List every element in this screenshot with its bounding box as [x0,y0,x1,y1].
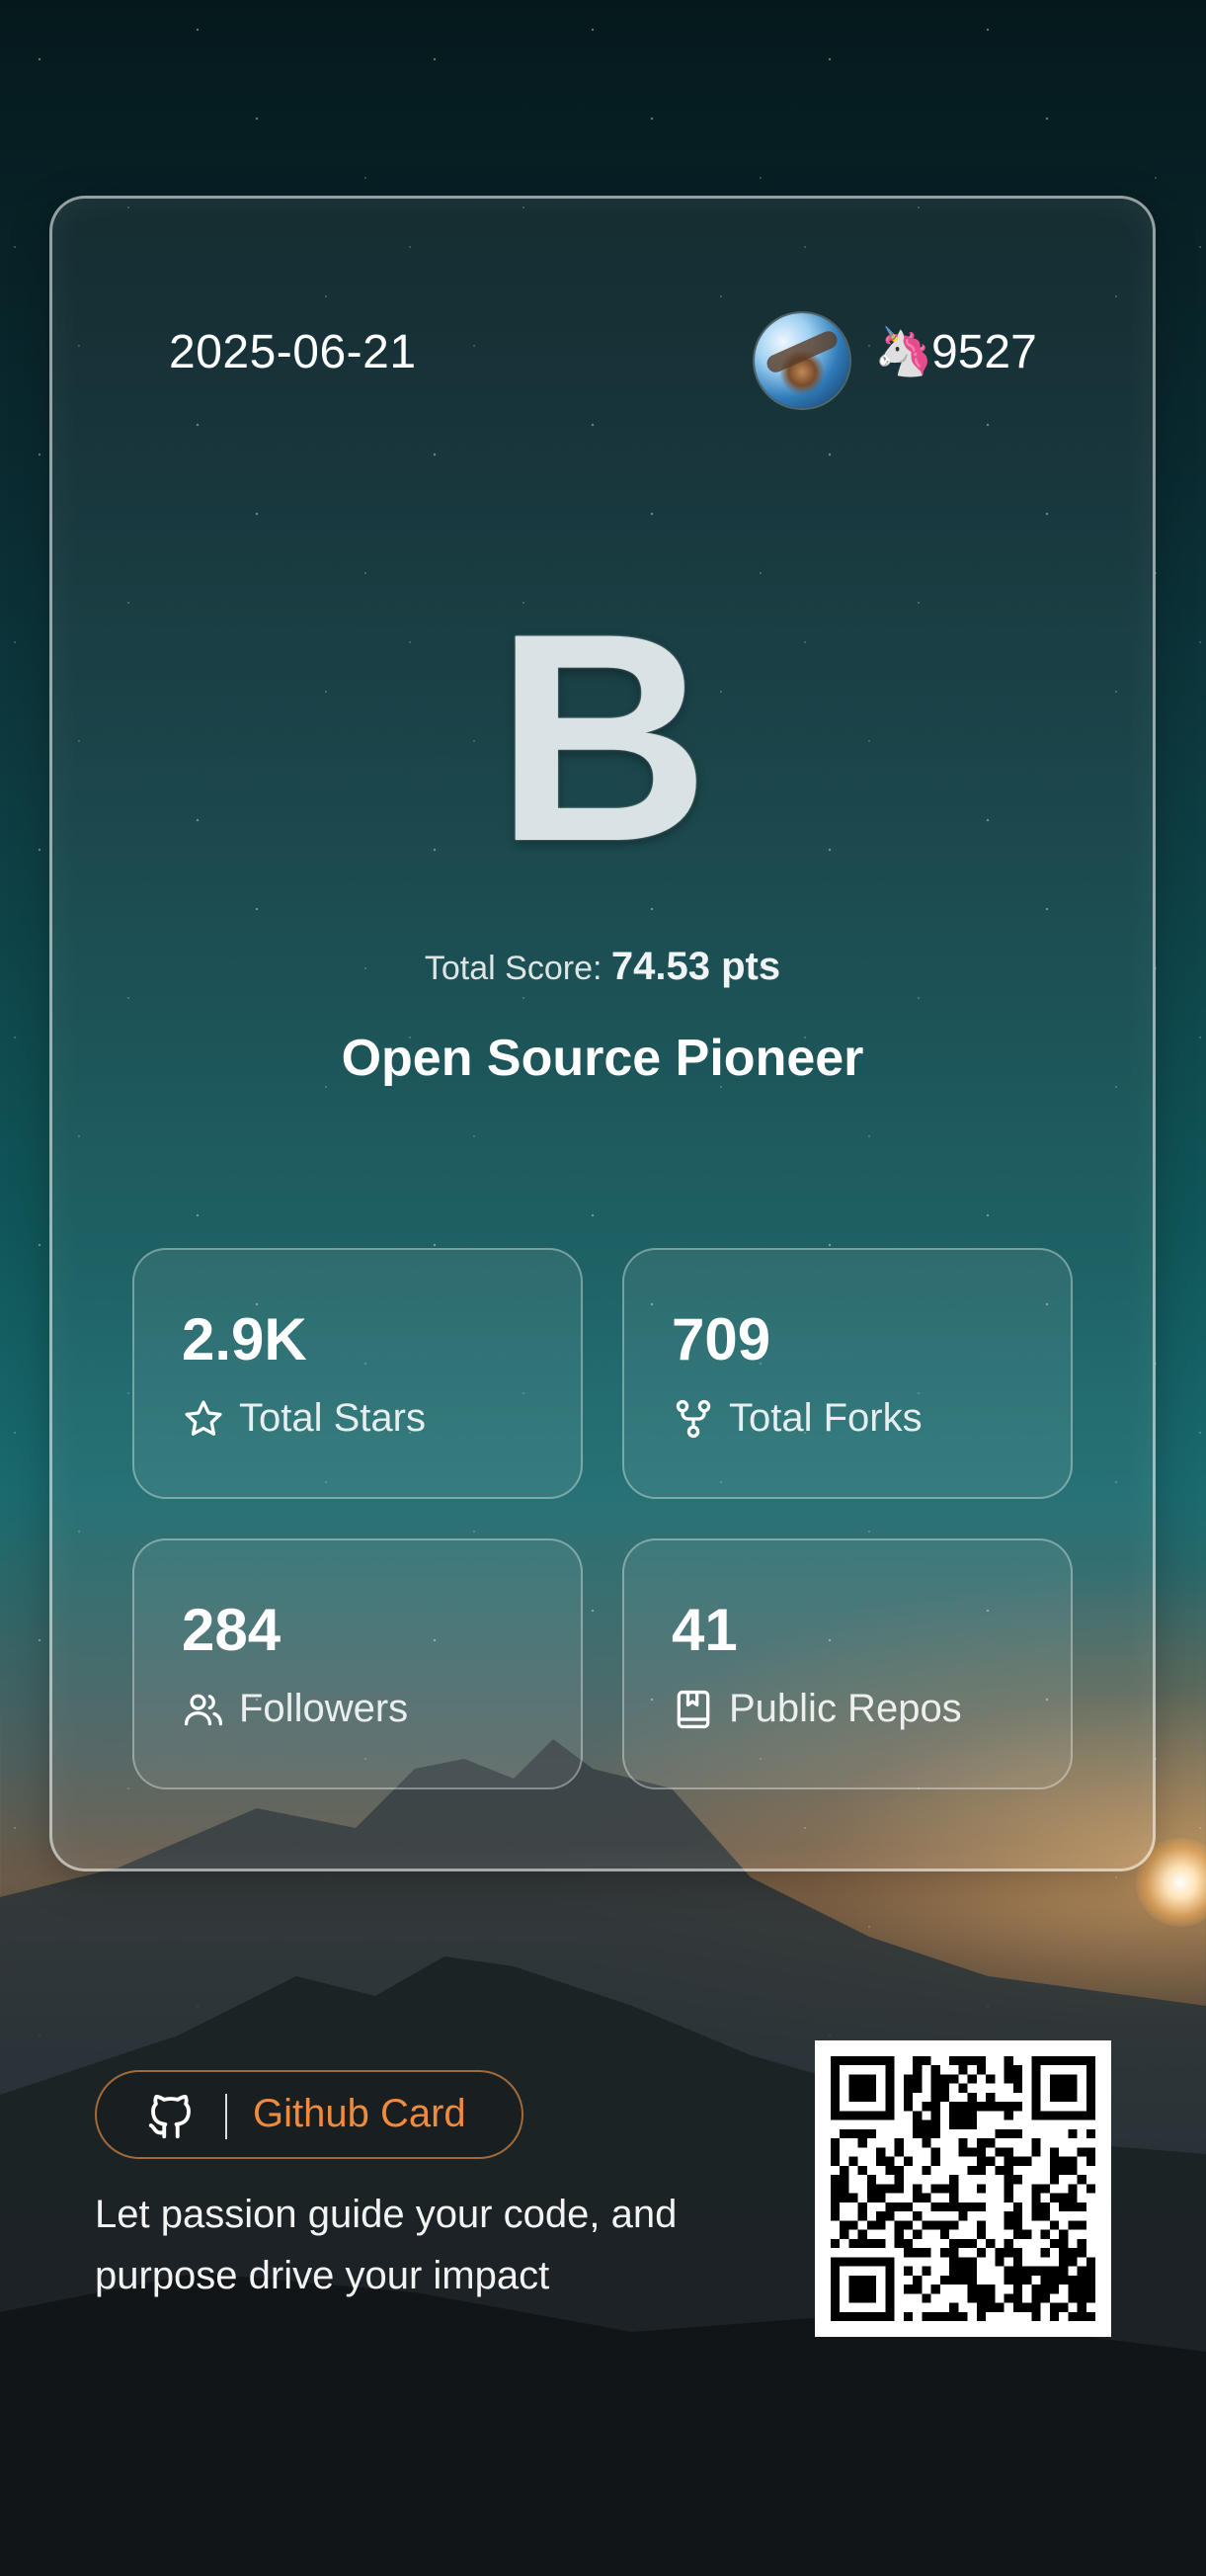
stat-value: 41 [672,1597,738,1663]
stat-value: 709 [672,1306,771,1372]
stat-public-repos: 41 Public Repos [622,1538,1073,1789]
github-card-badge[interactable]: Github Card [95,2070,523,2159]
stat-label: Total Forks [729,1396,923,1440]
github-icon [148,2095,191,2139]
unicorn-icon: 🦄 [874,326,933,378]
stat-total-forks: 709 Total Forks [622,1248,1073,1499]
points-value: 9527 [931,326,1037,378]
users-icon [184,1694,223,1725]
total-score: Total Score: 74.53 pts [52,945,1153,989]
rank-title: Open Source Pioneer [341,1030,864,1087]
fork-icon [676,1399,711,1438]
brand-label: Github Card [253,2092,466,2135]
stat-value: 2.9K [182,1306,307,1372]
star-icon [185,1399,222,1436]
tagline-line-1: Let passion guide your code, and [95,2193,678,2236]
repo-icon [677,1690,710,1728]
tagline-line-2: purpose drive your impact [95,2254,550,2297]
github-stats-card: 2025-06-21 🦄 9527 B Total Score: 74.53 p… [49,196,1156,1871]
badge-divider [225,2094,227,2139]
grade-letter: B [495,571,710,903]
stat-label: Followers [239,1687,409,1730]
stat-total-stars: 2.9K Total Stars [132,1248,583,1499]
stat-label: Public Repos [729,1687,962,1730]
avatar [755,313,849,408]
card-date: 2025-06-21 [169,326,417,378]
tagline: Let passion guide your code, and purpose… [95,2184,786,2306]
total-score-label: Total Score: [424,950,603,987]
qr-code[interactable] [815,2040,1111,2337]
stat-followers: 284 Followers [132,1538,583,1789]
qr-code-graphic [831,2056,1095,2321]
stat-value: 284 [182,1597,281,1663]
total-score-value: 74.53 pts [610,945,781,988]
stat-label: Total Stars [239,1396,426,1440]
